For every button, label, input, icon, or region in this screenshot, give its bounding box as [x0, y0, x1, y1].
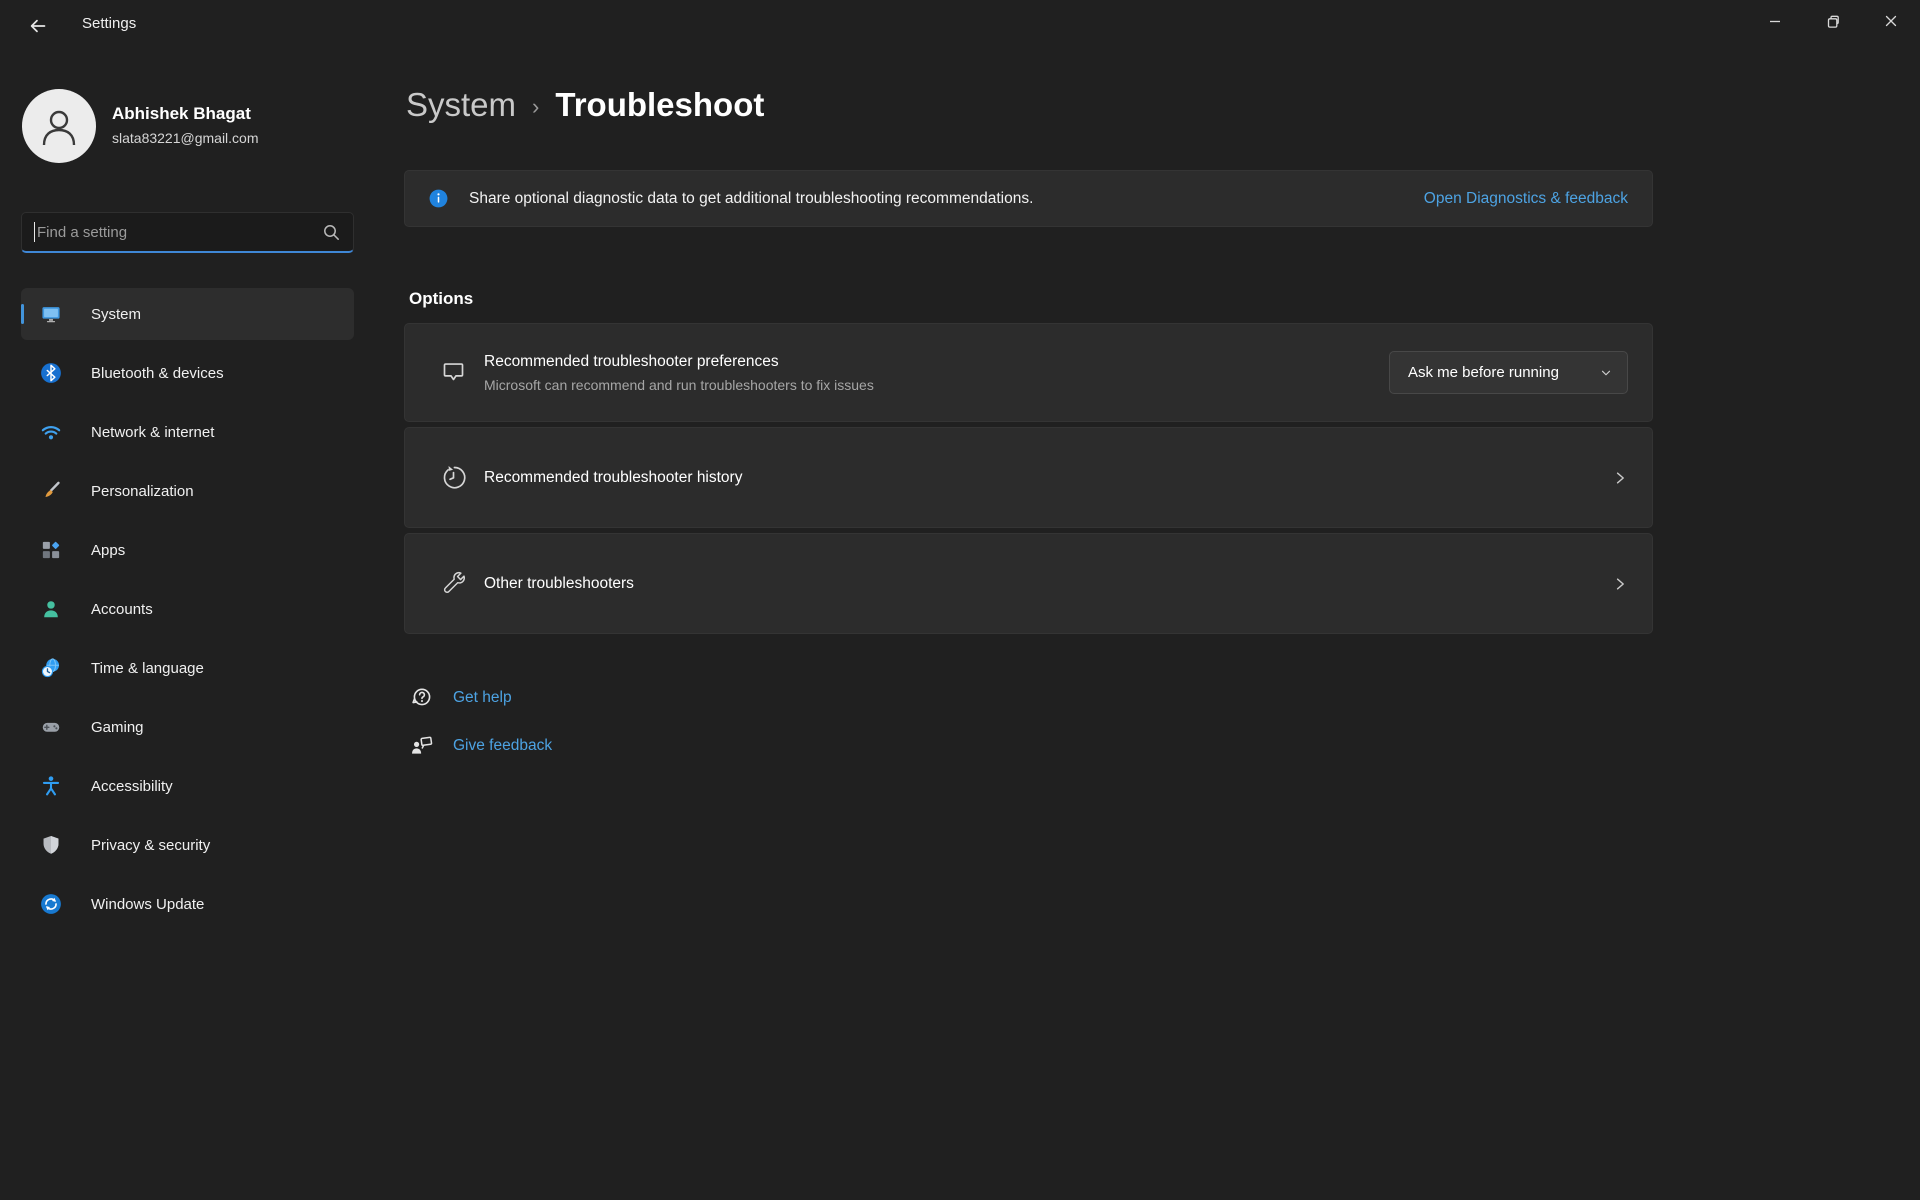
- minimize-icon: [1765, 11, 1785, 31]
- banner-message: Share optional diagnostic data to get ad…: [469, 190, 1033, 208]
- feedback-bubble-icon: [440, 359, 467, 386]
- sidebar-item-apps[interactable]: Apps: [21, 524, 354, 576]
- avatar[interactable]: [22, 89, 96, 163]
- sidebar-item-bluetooth-devices[interactable]: Bluetooth & devices: [21, 347, 354, 399]
- sidebar-item-gaming[interactable]: Gaming: [21, 701, 354, 753]
- search-input[interactable]: [37, 224, 322, 241]
- info-icon: [429, 189, 448, 208]
- history-clock-icon: [440, 464, 467, 491]
- sidebar-item-label: Network & internet: [91, 424, 214, 441]
- accessibility-person-icon: [40, 775, 62, 797]
- titlebar: Settings: [0, 0, 1920, 48]
- wifi-icon: [40, 421, 62, 443]
- card-text: Other troubleshooters: [484, 575, 634, 593]
- shield-icon: [40, 834, 62, 856]
- give-feedback-link[interactable]: Give feedback: [408, 728, 552, 764]
- dropdown-value: Ask me before running: [1408, 364, 1559, 381]
- sidebar-item-label: Gaming: [91, 719, 144, 736]
- sidebar-item-time-language[interactable]: Time & language: [21, 642, 354, 694]
- sidebar-item-windows-update[interactable]: Windows Update: [21, 878, 354, 930]
- get-help-link[interactable]: Get help: [408, 680, 552, 716]
- selected-indicator: [21, 304, 24, 324]
- text-caret: [34, 222, 35, 242]
- back-arrow-icon: [28, 16, 48, 36]
- sidebar-item-accounts[interactable]: Accounts: [21, 583, 354, 635]
- sidebar-item-label: Accessibility: [91, 778, 173, 795]
- card-text: Recommended troubleshooter preferences M…: [484, 353, 874, 393]
- apps-grid-icon: [40, 539, 62, 561]
- window-controls: [1746, 0, 1920, 42]
- sidebar-item-label: Personalization: [91, 483, 194, 500]
- globe-clock-icon: [40, 657, 62, 679]
- close-button[interactable]: [1862, 0, 1920, 42]
- gamepad-icon: [40, 716, 62, 738]
- sidebar-item-label: System: [91, 306, 141, 323]
- card-troubleshooter-preferences: Recommended troubleshooter preferences M…: [404, 323, 1653, 422]
- sidebar-item-label: Privacy & security: [91, 837, 210, 854]
- search-box[interactable]: [21, 212, 354, 253]
- footer-links: Get help Give feedback: [408, 680, 552, 776]
- sidebar-nav: System Bluetooth & devices Network & int…: [21, 288, 354, 937]
- wrench-icon: [440, 570, 467, 597]
- sidebar: Abhishek Bhagat slata83221@gmail.com Sys…: [0, 48, 380, 1200]
- monitor-icon: [40, 303, 62, 325]
- sidebar-item-accessibility[interactable]: Accessibility: [21, 760, 354, 812]
- bluetooth-icon: [40, 362, 62, 384]
- search-icon: [322, 223, 341, 242]
- breadcrumb-separator-icon: ›: [532, 94, 539, 120]
- card-title: Recommended troubleshooter history: [484, 469, 742, 487]
- chevron-down-icon: [1599, 366, 1613, 380]
- paintbrush-icon: [40, 480, 62, 502]
- update-arrows-icon: [40, 893, 62, 915]
- page-title: Troubleshoot: [555, 86, 764, 124]
- card-text: Recommended troubleshooter history: [484, 469, 742, 487]
- person-outline-icon: [36, 103, 82, 149]
- sidebar-item-privacy-security[interactable]: Privacy & security: [21, 819, 354, 871]
- app-title: Settings: [82, 15, 136, 32]
- card-other-troubleshooters[interactable]: Other troubleshooters: [404, 533, 1653, 634]
- sidebar-item-system[interactable]: System: [21, 288, 354, 340]
- sidebar-item-label: Accounts: [91, 601, 153, 618]
- sidebar-item-network-internet[interactable]: Network & internet: [21, 406, 354, 458]
- breadcrumb: System › Troubleshoot: [406, 86, 764, 124]
- give-feedback-label: Give feedback: [453, 737, 552, 755]
- profile-name: Abhishek Bhagat: [112, 104, 259, 124]
- help-headset-icon: [408, 685, 435, 712]
- open-diagnostics-link[interactable]: Open Diagnostics & feedback: [1424, 190, 1628, 208]
- minimize-button[interactable]: [1746, 0, 1804, 42]
- back-button[interactable]: [18, 10, 58, 42]
- sidebar-item-personalization[interactable]: Personalization: [21, 465, 354, 517]
- restore-icon: [1823, 11, 1843, 31]
- card-troubleshooter-history[interactable]: Recommended troubleshooter history: [404, 427, 1653, 528]
- sidebar-item-label: Time & language: [91, 660, 204, 677]
- profile-block[interactable]: Abhishek Bhagat slata83221@gmail.com: [112, 104, 259, 146]
- card-title: Other troubleshooters: [484, 575, 634, 593]
- chevron-right-icon: [1612, 576, 1628, 592]
- sidebar-item-label: Windows Update: [91, 896, 204, 913]
- sidebar-item-label: Bluetooth & devices: [91, 365, 224, 382]
- restore-button[interactable]: [1804, 0, 1862, 42]
- feedback-person-icon: [408, 733, 435, 760]
- chevron-right-icon: [1612, 470, 1628, 486]
- card-subtitle: Microsoft can recommend and run troubles…: [484, 377, 874, 393]
- profile-email: slata83221@gmail.com: [112, 130, 259, 146]
- preferences-dropdown[interactable]: Ask me before running: [1389, 351, 1628, 394]
- person-icon: [40, 598, 62, 620]
- close-icon: [1881, 11, 1901, 31]
- diagnostic-banner: Share optional diagnostic data to get ad…: [404, 170, 1653, 227]
- card-title: Recommended troubleshooter preferences: [484, 353, 874, 371]
- get-help-label: Get help: [453, 689, 512, 707]
- sidebar-item-label: Apps: [91, 542, 125, 559]
- options-heading: Options: [409, 289, 473, 309]
- breadcrumb-parent[interactable]: System: [406, 86, 516, 124]
